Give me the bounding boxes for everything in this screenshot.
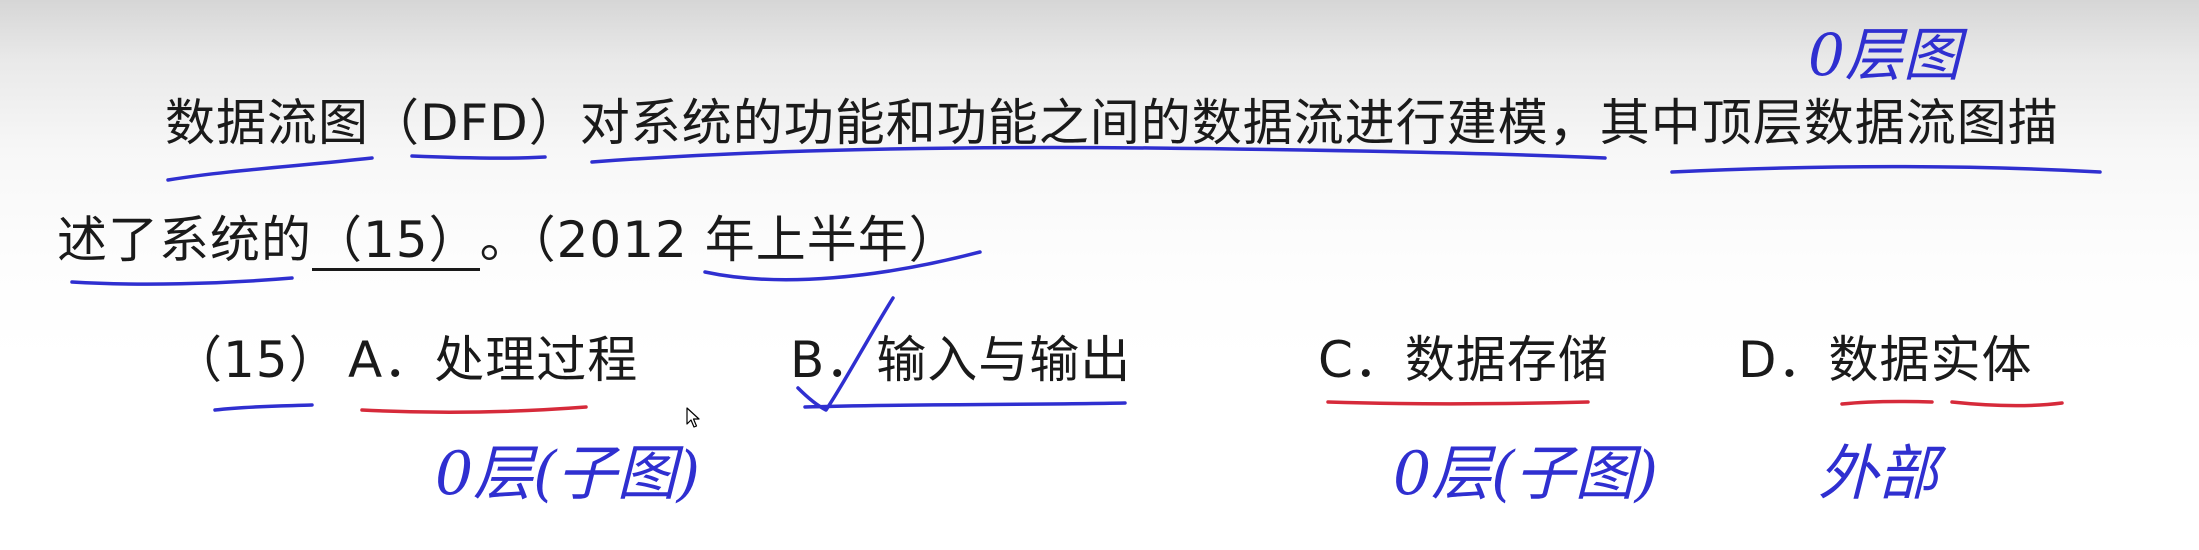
underline-option-b [803, 401, 1127, 409]
option-a: A．处理过程 [348, 331, 639, 389]
option-b: B．输入与输出 [790, 331, 1132, 389]
question-line-2-prefix: 述了系统的 [57, 211, 312, 269]
underline-dfd-term [166, 156, 374, 182]
red-underline-option-d-2 [1950, 400, 2064, 408]
red-underline-option-d-1 [1840, 399, 1934, 406]
handwritten-note-option-a: 0层(子图) [435, 439, 700, 509]
red-underline-option-a [360, 405, 588, 414]
question-line-1: 数据流图（DFD）对系统的功能和功能之间的数据流进行建模，其中顶层数据流图描 [165, 94, 2059, 152]
question-number: （15） [172, 331, 340, 389]
option-d: D．数据实体 [1738, 331, 2033, 389]
red-underline-option-c [1326, 400, 1590, 406]
slide: 数据流图（DFD）对系统的功能和功能之间的数据流进行建模，其中顶层数据流图描 述… [0, 0, 2199, 550]
question-line-2-suffix: 。（2012 年上半年） [479, 211, 960, 269]
underline-described-system [70, 276, 294, 286]
underline-top-level-dfd [1670, 164, 2102, 174]
underline-question-number [213, 403, 314, 412]
underline-dfd-abbr [410, 154, 547, 160]
handwritten-note-option-c: 0层(子图) [1393, 439, 1658, 509]
question-line-2: 述了系统的（15）。（2012 年上半年） [57, 210, 960, 271]
handwritten-note-top: 0层图 [1808, 21, 1961, 89]
answer-blank: （15） [312, 211, 480, 271]
handwritten-note-option-d: 外部 [1818, 439, 1938, 509]
mouse-cursor-icon [686, 407, 700, 428]
option-c: C．数据存储 [1318, 331, 1609, 389]
